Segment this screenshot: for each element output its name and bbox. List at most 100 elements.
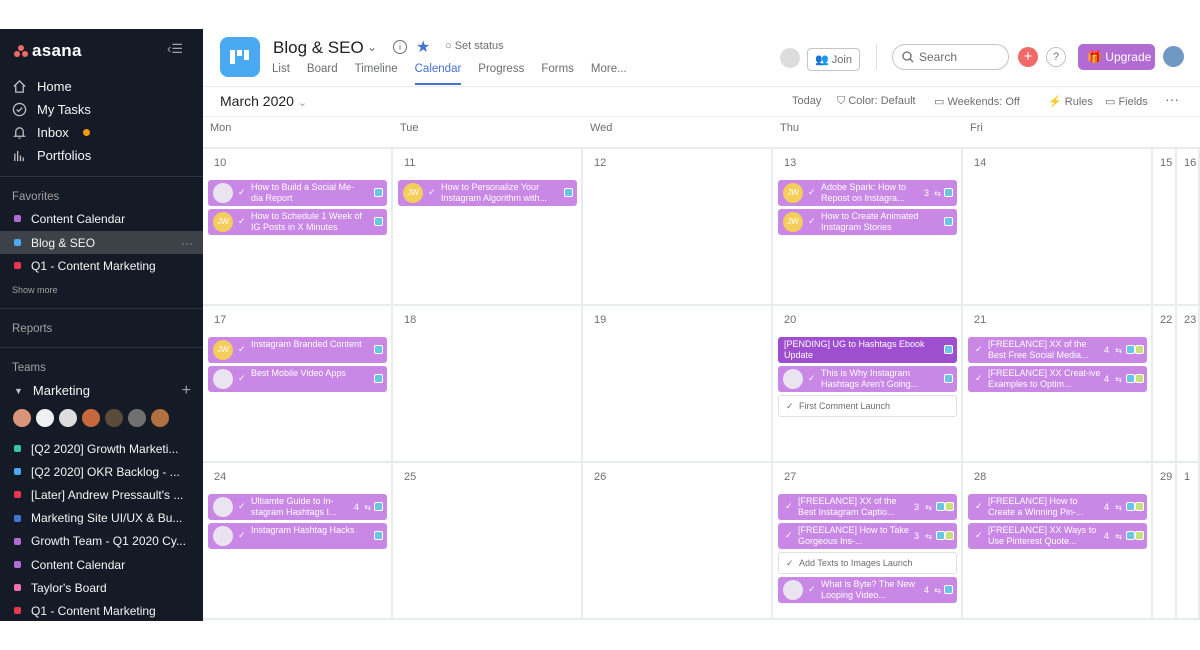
calendar-day-cell[interactable]: 22 [1153, 306, 1177, 463]
nav-home[interactable]: Home [12, 75, 192, 97]
calendar-day-cell[interactable]: 10 ✓ How to Build a Social Me-dia Report JW… [203, 149, 393, 306]
check-icon[interactable]: ✓ [808, 373, 816, 384]
search-input[interactable]: Search [892, 44, 1009, 70]
task-card[interactable]: ✓ Instagram Hashtag Hacks [208, 523, 387, 549]
task-card[interactable]: ✓ [FREELANCE] XX Ways to Use Pinterest Qu… [968, 523, 1147, 549]
check-icon[interactable]: ✓ [786, 558, 794, 569]
favorite-content-calendar[interactable]: Content Calendar [0, 207, 203, 230]
team-project-item[interactable]: [Q2 2020] Growth Marketi... [0, 437, 203, 460]
task-card[interactable]: ✓ Add Texts to Images Launch [778, 552, 957, 574]
task-card[interactable]: JW ✓ Adobe Spark: How to Repost on Instagr… [778, 180, 957, 206]
collapse-sidebar-icon[interactable]: ‹☰ [167, 41, 183, 57]
reports-heading[interactable]: Reports [12, 323, 52, 335]
calendar-day-cell[interactable]: 13 JW ✓ Adobe Spark: How to Repost on Insta… [773, 149, 963, 306]
tab-timeline[interactable]: Timeline [355, 63, 398, 85]
tab-list[interactable]: List [272, 63, 290, 85]
avatar[interactable] [35, 408, 55, 428]
calendar-day-cell[interactable]: 11 JW ✓ How to Personalize Your Instagram A… [393, 149, 583, 306]
project-icon[interactable] [220, 37, 260, 77]
check-icon[interactable]: ✓ [238, 187, 246, 198]
check-icon[interactable]: ✓ [808, 584, 816, 595]
rules-button[interactable]: ⚡ Rules [1048, 95, 1093, 108]
asana-logo[interactable]: asana [14, 41, 82, 61]
team-project-item[interactable]: Content Calendar [0, 553, 203, 576]
task-card[interactable]: ✓ This is Why Instagram Hashtags Aren't G… [778, 366, 957, 392]
team-project-item[interactable]: Growth Team - Q1 2020 Cy... [0, 530, 203, 553]
avatar[interactable] [104, 408, 124, 428]
team-project-item[interactable]: [Q2 2020] OKR Backlog - ... [0, 460, 203, 483]
task-card[interactable]: ✓ [FREELANCE] XX of the Best Instagram Ca… [778, 494, 957, 520]
nav-inbox[interactable]: Inbox [12, 121, 192, 143]
task-card[interactable]: ✓ How to Build a Social Me-dia Report [208, 180, 387, 206]
task-card[interactable]: ✓ What is Byte? The New Looping Video... 4… [778, 577, 957, 603]
check-icon[interactable]: ✓ [975, 373, 983, 384]
task-card[interactable]: ✓ [FREELANCE] XX Creat-ive Examples to Op… [968, 366, 1147, 392]
color-button[interactable]: ⛉ Color: Default [837, 95, 916, 108]
team-project-item[interactable]: Q1 - Content Marketing [0, 599, 203, 621]
team-project-item[interactable]: Marketing Site UI/UX & Bu... [0, 507, 203, 530]
calendar-day-cell[interactable]: 1 [1177, 463, 1200, 620]
calendar-day-cell[interactable]: 29 [1153, 463, 1177, 620]
calendar-day-cell[interactable]: 25 [393, 463, 583, 620]
check-icon[interactable]: ✓ [808, 216, 816, 227]
avatar[interactable] [150, 408, 170, 428]
calendar-day-cell[interactable]: 18 [393, 306, 583, 463]
more-options-icon[interactable]: ··· [1165, 91, 1179, 107]
check-icon[interactable]: ✓ [238, 344, 246, 355]
task-card[interactable]: JW ✓ How to Personalize Your Instagram Alg… [398, 180, 577, 206]
favorite-blog-seo[interactable]: Blog & SEO ··· [0, 231, 203, 254]
calendar-day-cell[interactable]: 20 [PENDING] UG to Hashtags Ebook Update ✓… [773, 306, 963, 463]
task-card[interactable]: ✓ [FREELANCE] How to Take Gorgeous Ins-..… [778, 523, 957, 549]
check-icon[interactable]: ✓ [238, 373, 246, 384]
star-icon[interactable]: ★ [416, 37, 430, 57]
avatar[interactable] [780, 48, 800, 68]
avatar[interactable] [127, 408, 147, 428]
user-avatar[interactable] [1163, 46, 1184, 67]
info-icon[interactable]: i [393, 40, 407, 54]
nav-my-tasks[interactable]: My Tasks [12, 98, 192, 120]
show-more-link[interactable]: Show more [12, 285, 58, 295]
calendar-day-cell[interactable]: 15 [1153, 149, 1177, 306]
check-icon[interactable]: ✓ [238, 501, 246, 512]
check-icon[interactable]: ✓ [785, 501, 793, 512]
check-icon[interactable]: ✓ [975, 530, 983, 541]
task-card[interactable]: ✓ First Comment Launch [778, 395, 957, 417]
weekends-button[interactable]: ▭ Weekends: Off [934, 95, 1020, 108]
task-card[interactable]: ✓ Best Mobile Video Apps [208, 366, 387, 392]
favorite-q1-content[interactable]: Q1 - Content Marketing [0, 254, 203, 277]
month-selector[interactable]: March 2020 ⌄ [220, 93, 307, 109]
set-status-button[interactable]: ○ Set status [445, 40, 504, 52]
check-icon[interactable]: ✓ [975, 344, 983, 355]
check-icon[interactable]: ✓ [238, 216, 246, 227]
task-card[interactable]: ✓ [FREELANCE] How to Create a Winning Pin… [968, 494, 1147, 520]
upgrade-button[interactable]: 🎁 Upgrade [1078, 44, 1155, 70]
calendar-day-cell[interactable]: 28 ✓ [FREELANCE] How to Create a Winning P… [963, 463, 1153, 620]
team-marketing[interactable]: ▼ Marketing + [0, 379, 203, 402]
tab-forms[interactable]: Forms [541, 63, 574, 85]
tab-progress[interactable]: Progress [478, 63, 524, 85]
chevron-down-icon[interactable]: ⌄ [367, 40, 377, 54]
more-options-icon[interactable]: ··· [181, 236, 193, 250]
calendar-day-cell[interactable]: 12 [583, 149, 773, 306]
task-card[interactable]: JW ✓ Instagram Branded Content [208, 337, 387, 363]
tab-calendar[interactable]: Calendar [414, 63, 462, 85]
task-card[interactable]: JW ✓ How to Create Animated Instagram Stor… [778, 209, 957, 235]
calendar-day-cell[interactable]: 27 ✓ [FREELANCE] XX of the Best Instagram … [773, 463, 963, 620]
check-icon[interactable]: ✓ [975, 501, 983, 512]
help-button[interactable]: ? [1046, 47, 1066, 67]
task-card[interactable]: ✓ [FREELANCE] XX of the Best Free Social … [968, 337, 1147, 363]
task-card[interactable]: ✓ Ultiamte Guide to In-stagram Hashtags I… [208, 494, 387, 520]
calendar-day-cell[interactable]: 24 ✓ Ultiamte Guide to In-stagram Hashtags… [203, 463, 393, 620]
calendar-day-cell[interactable]: 17 JW ✓ Instagram Branded Content ✓ Best Mobi… [203, 306, 393, 463]
join-button[interactable]: 👥 Join [807, 48, 860, 71]
calendar-day-cell[interactable]: 16 [1177, 149, 1200, 306]
check-icon[interactable]: ✓ [785, 530, 793, 541]
today-button[interactable]: Today [792, 95, 821, 107]
avatar[interactable] [58, 408, 78, 428]
tab-more[interactable]: More... [591, 63, 627, 85]
calendar-day-cell[interactable]: 14 [963, 149, 1153, 306]
task-card[interactable]: JW ✓ How to Schedule 1 Week of IG Posts in… [208, 209, 387, 235]
check-icon[interactable]: ✓ [238, 530, 246, 541]
fields-button[interactable]: ▭ Fields [1105, 95, 1148, 108]
check-icon[interactable]: ✓ [808, 187, 816, 198]
